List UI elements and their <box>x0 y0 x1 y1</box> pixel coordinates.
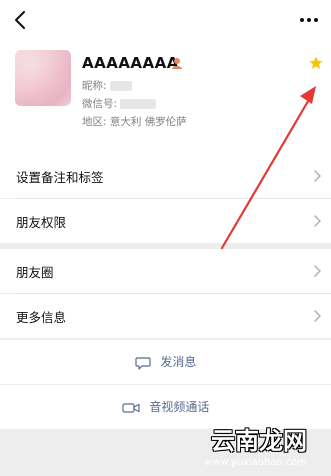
chevron-right-icon <box>314 170 321 182</box>
chevron-right-icon <box>314 310 321 322</box>
region-line: 地区: 意大利 佛罗伦萨 <box>82 114 187 129</box>
nickname-value-blurred <box>109 81 132 91</box>
nickname-line: 昵称: <box>82 78 132 93</box>
avatar[interactable] <box>15 50 71 106</box>
region-value: 意大利 佛罗伦萨 <box>109 116 187 128</box>
send-message-label: 发消息 <box>160 355 197 369</box>
more-info-label: 更多信息 <box>16 310 67 325</box>
remark-tags-label: 设置备注和标签 <box>16 170 104 185</box>
region-label: 地区: <box>82 116 107 128</box>
remark-tags-row[interactable]: 设置备注和标签 <box>0 154 331 198</box>
star-icon[interactable] <box>309 56 323 70</box>
wechat-id-value-blurred <box>120 99 157 109</box>
wechat-id-label: 微信号: <box>82 98 118 110</box>
watermark: 云南龙网 www.yuxiaobao.com <box>203 427 323 468</box>
send-message-button[interactable]: 发消息 <box>0 340 331 384</box>
moments-row[interactable]: 朋友圈 <box>0 249 331 293</box>
moments-label: 朋友圈 <box>16 265 54 280</box>
top-bar <box>0 0 331 40</box>
more-info-row[interactable]: 更多信息 <box>0 294 331 338</box>
person-icon <box>172 58 182 69</box>
chat-bubble-icon <box>134 356 151 370</box>
video-camera-icon <box>121 402 140 413</box>
chevron-right-icon <box>314 265 321 277</box>
nickname-label: 昵称: <box>82 80 107 92</box>
friend-permissions-row[interactable]: 朋友权限 <box>0 199 331 243</box>
back-icon[interactable] <box>10 8 32 32</box>
profile-name: AAAAAAAA <box>82 54 179 72</box>
more-icon[interactable] <box>297 8 321 32</box>
wechat-id-line: 微信号: <box>82 96 157 111</box>
watermark-domain: www.yuxiaobao.com <box>204 457 307 468</box>
profile-card: AAAAAAAA 昵称: 微信号: 地区: 意大利 佛罗伦萨 <box>0 40 331 154</box>
video-call-content: 音视频通话 <box>0 398 331 415</box>
friend-permissions-label: 朋友权限 <box>16 215 67 230</box>
watermark-brand: 云南龙网 <box>211 427 307 455</box>
chevron-right-icon <box>314 215 321 227</box>
send-message-content: 发消息 <box>0 353 331 370</box>
video-call-label: 音视频通话 <box>149 400 210 414</box>
